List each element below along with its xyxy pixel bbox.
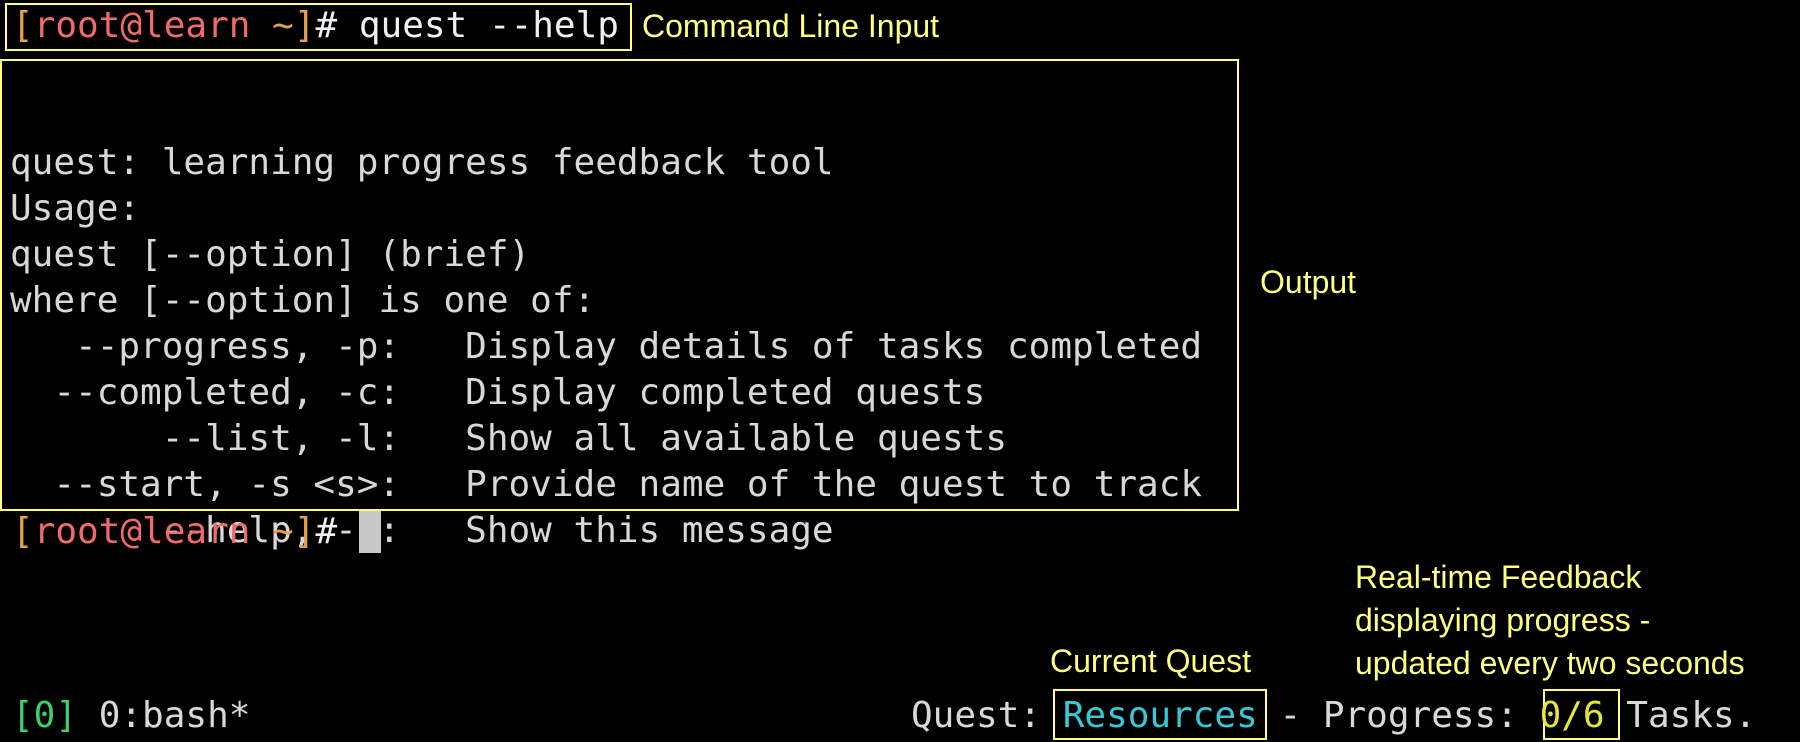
text-cursor xyxy=(358,511,381,553)
prompt-close-bracket: ] xyxy=(293,5,316,46)
prompt-path: ~ xyxy=(250,511,294,552)
output-line: quest [--option] (brief) xyxy=(10,234,531,275)
tmux-status-right: Quest: Resources - Progress: 0/6 Tasks. xyxy=(911,693,1756,739)
window-tab[interactable]: 0:bash* xyxy=(77,695,251,736)
output-line: --completed, -c: Display completed quest… xyxy=(10,372,986,413)
annotation-current-quest: Current Quest xyxy=(1050,643,1251,679)
quest-name: Resources xyxy=(1062,695,1258,736)
output-line: --start, -s <s>: Provide name of the que… xyxy=(10,464,1203,505)
prompt-open-bracket: [ xyxy=(12,5,34,46)
quest-label: Quest: xyxy=(911,695,1063,736)
progress-value: 0/6 xyxy=(1539,695,1605,736)
prompt-hash: # xyxy=(315,511,338,552)
annotation-feedback-line: displaying progress - xyxy=(1355,602,1651,638)
annotation-feedback-line: updated every two seconds xyxy=(1355,645,1745,681)
prompt-close-bracket: ] xyxy=(293,511,316,552)
annotation-output: Output xyxy=(1260,264,1357,300)
tmux-status-left: [0] 0:bash* xyxy=(12,693,250,739)
output-line: Usage: xyxy=(10,188,141,229)
command-text: quest --help xyxy=(337,5,619,46)
prompt-hash: # xyxy=(315,5,338,46)
annotation-feedback-line: Real-time Feedback xyxy=(1355,559,1642,595)
annotation-command-line-input: Command Line Input xyxy=(642,8,940,44)
prompt-open-bracket: [ xyxy=(12,511,34,552)
command-line-input[interactable]: [root@learn ~]# quest --help xyxy=(12,3,619,49)
progress-label: - Progress: xyxy=(1257,695,1540,736)
annotation-realtime-feedback: Real-time Feedback displaying progress - u… xyxy=(1355,556,1745,685)
tasks-label: Tasks. xyxy=(1604,695,1757,736)
output-line: --list, -l: Show all available quests xyxy=(10,418,1007,459)
prompt-user-host: root@learn xyxy=(33,5,251,46)
prompt-user-host: root@learn xyxy=(33,511,251,552)
terminal-prompt[interactable]: [root@learn ~]# xyxy=(12,509,381,555)
output-line: --progress, -p: Display details of tasks… xyxy=(10,326,1203,367)
prompt-path: ~ xyxy=(250,5,294,46)
output-line: where [--option] is one of: xyxy=(10,280,596,321)
output-line: quest: learning progress feedback tool xyxy=(10,142,834,183)
session-id: [0] xyxy=(12,695,78,736)
